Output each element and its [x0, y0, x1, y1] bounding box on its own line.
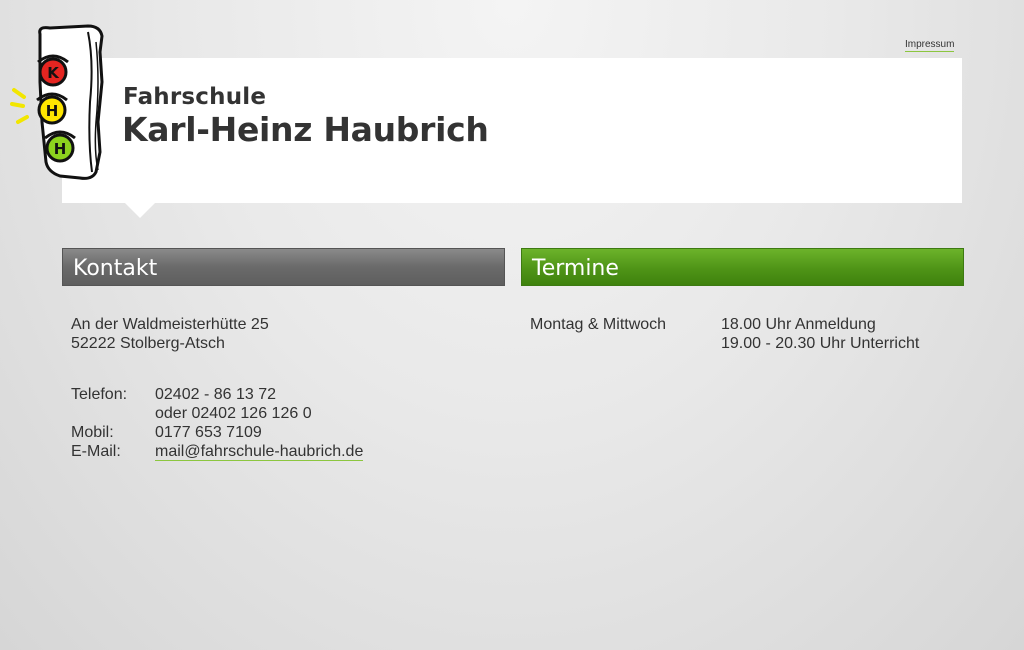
email-label: E-Mail: — [71, 443, 121, 460]
impressum-link[interactable]: Impressum — [905, 39, 955, 52]
address-line-1: An der Waldmeisterhütte 25 — [71, 316, 269, 333]
termine-time-2: 19.00 - 20.30 Uhr Unterricht — [721, 335, 920, 352]
header-pointer — [124, 202, 156, 218]
mobil-value: 0177 653 7109 — [155, 424, 262, 441]
email-link[interactable]: mail@fahrschule-haubrich.de — [155, 443, 364, 461]
termine-heading: Termine — [521, 248, 964, 286]
telefon-label: Telefon: — [71, 386, 128, 403]
address-line-2: 52222 Stolberg-Atsch — [71, 335, 225, 352]
logo-letter-k: K — [47, 64, 60, 82]
telefon-value-1: 02402 - 86 13 72 — [155, 386, 276, 403]
termine-days: Montag & Mittwoch — [530, 316, 667, 333]
rays-icon — [10, 88, 29, 124]
kontakt-heading: Kontakt — [62, 248, 505, 286]
logo-letter-h1: H — [46, 102, 59, 120]
title-name: Karl-Heinz Haubrich — [122, 110, 489, 149]
mobil-label: Mobil: — [71, 424, 114, 441]
traffic-light-logo: K H H — [10, 24, 104, 180]
telefon-value-2: oder 02402 126 126 0 — [155, 405, 312, 422]
termine-time-1: 18.00 Uhr Anmeldung — [721, 316, 876, 333]
email-value-wrapper: mail@fahrschule-haubrich.de — [155, 442, 364, 461]
title-fahrschule: Fahrschule — [123, 84, 267, 110]
logo-letter-h2: H — [54, 140, 67, 158]
